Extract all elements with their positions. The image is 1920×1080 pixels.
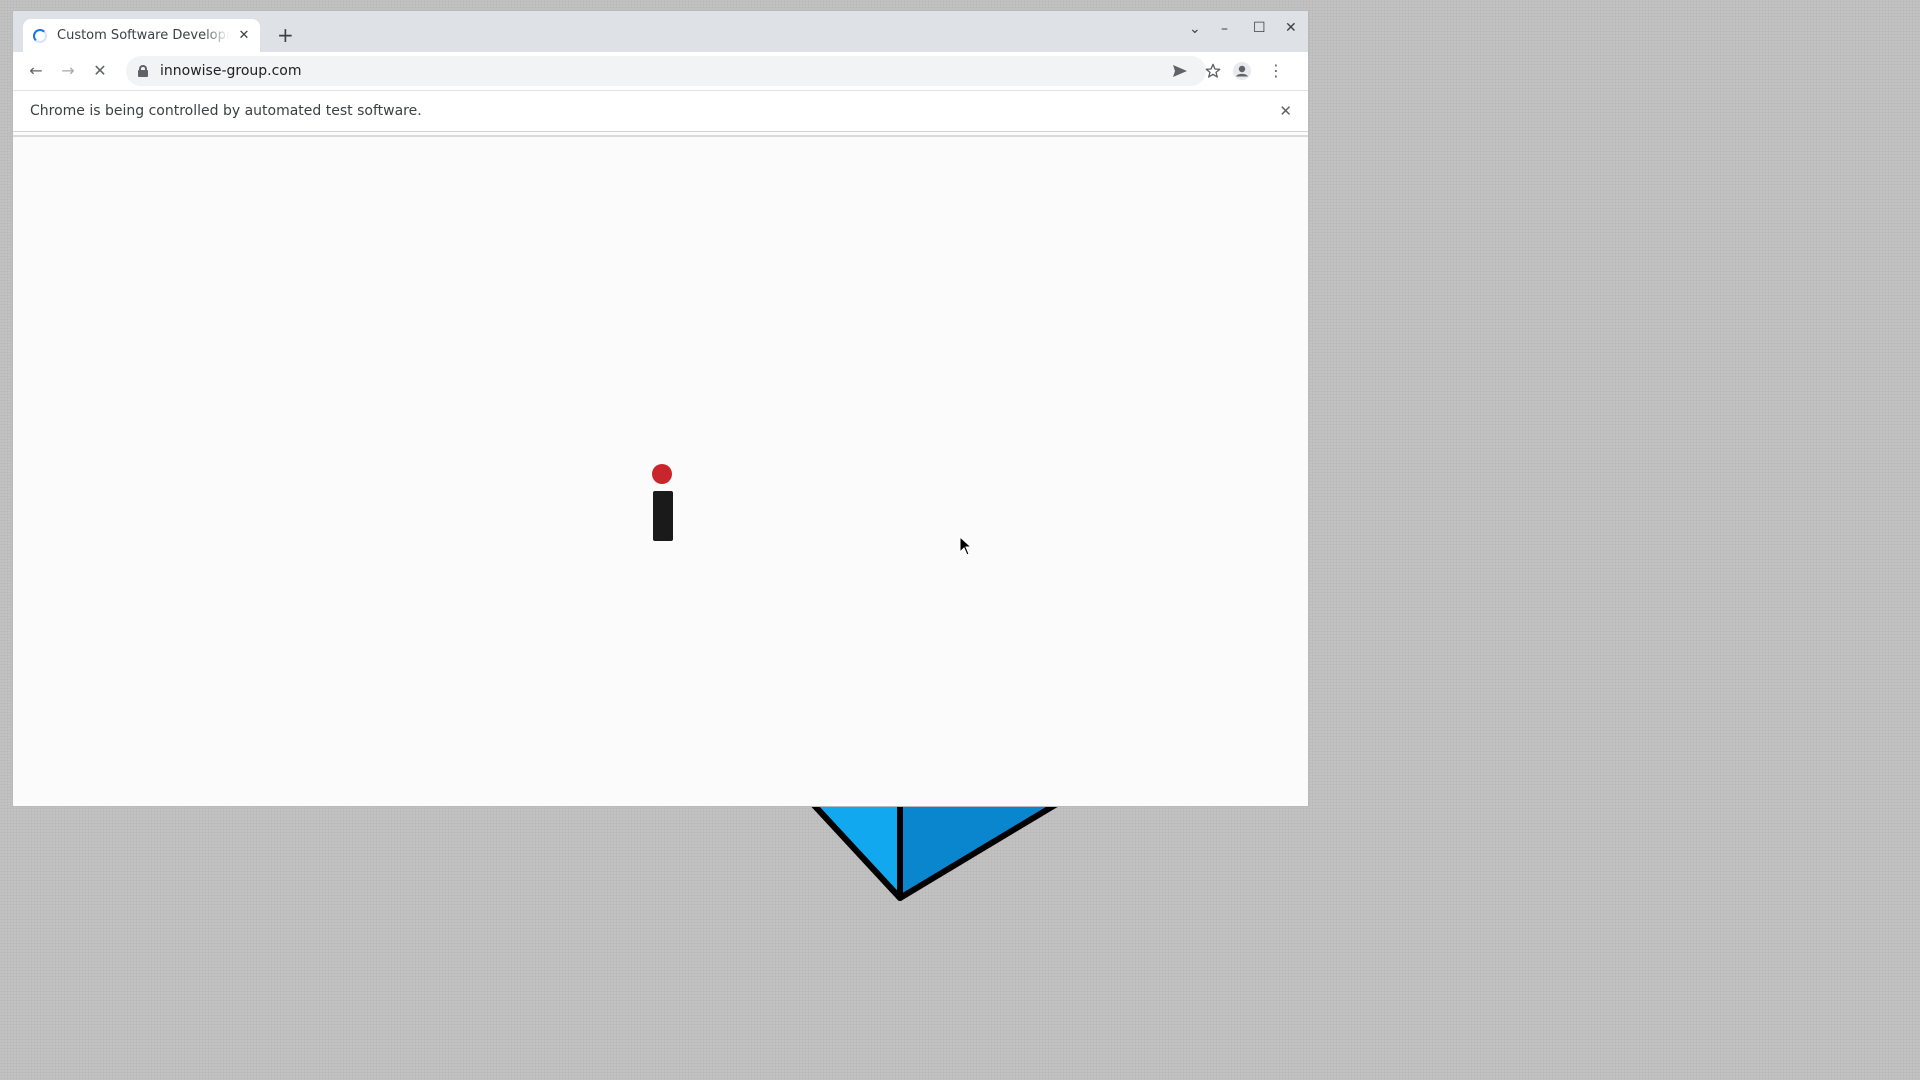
stop-loading-button[interactable]: ✕ (90, 61, 110, 81)
loading-logo-bar (653, 491, 673, 541)
loading-logo-dot (652, 464, 672, 484)
tab-close-icon[interactable]: ✕ (236, 28, 252, 44)
infobar-close-icon[interactable]: ✕ (1279, 102, 1292, 120)
star-icon[interactable] (1205, 63, 1221, 79)
browser-toolbar: ← → ✕ innowise-group.com ⋮ (13, 52, 1308, 91)
page-content (13, 135, 1308, 806)
tab-search-icon[interactable]: ⌄ (1189, 21, 1201, 37)
desktop-wallpaper-shape (797, 790, 1083, 901)
menu-button[interactable]: ⋮ (1266, 61, 1286, 81)
new-tab-button[interactable]: + (277, 25, 294, 45)
send-icon[interactable] (1172, 64, 1188, 78)
tab-strip: Custom Software Development ✕ + ⌄ – ☐ ✕ (13, 11, 1308, 52)
automation-infobar: Chrome is being controlled by automated … (13, 91, 1308, 132)
tab-title: Custom Software Development (57, 28, 229, 43)
infobar-message: Chrome is being controlled by automated … (30, 103, 422, 119)
minimize-button[interactable]: – (1221, 21, 1228, 37)
loading-spinner-icon (33, 28, 47, 43)
profile-icon[interactable] (1232, 61, 1252, 81)
browser-window: Custom Software Development ✕ + ⌄ – ☐ ✕ … (12, 10, 1309, 807)
forward-button[interactable]: → (58, 61, 78, 81)
close-window-button[interactable]: ✕ (1285, 20, 1297, 36)
back-button[interactable]: ← (26, 61, 46, 81)
url-text: innowise-group.com (160, 63, 302, 79)
maximize-button[interactable]: ☐ (1253, 20, 1266, 36)
address-bar[interactable]: innowise-group.com (126, 56, 1221, 86)
mouse-cursor-icon (959, 536, 973, 556)
tab-active[interactable]: Custom Software Development ✕ (23, 19, 260, 52)
lock-icon[interactable] (138, 65, 148, 77)
